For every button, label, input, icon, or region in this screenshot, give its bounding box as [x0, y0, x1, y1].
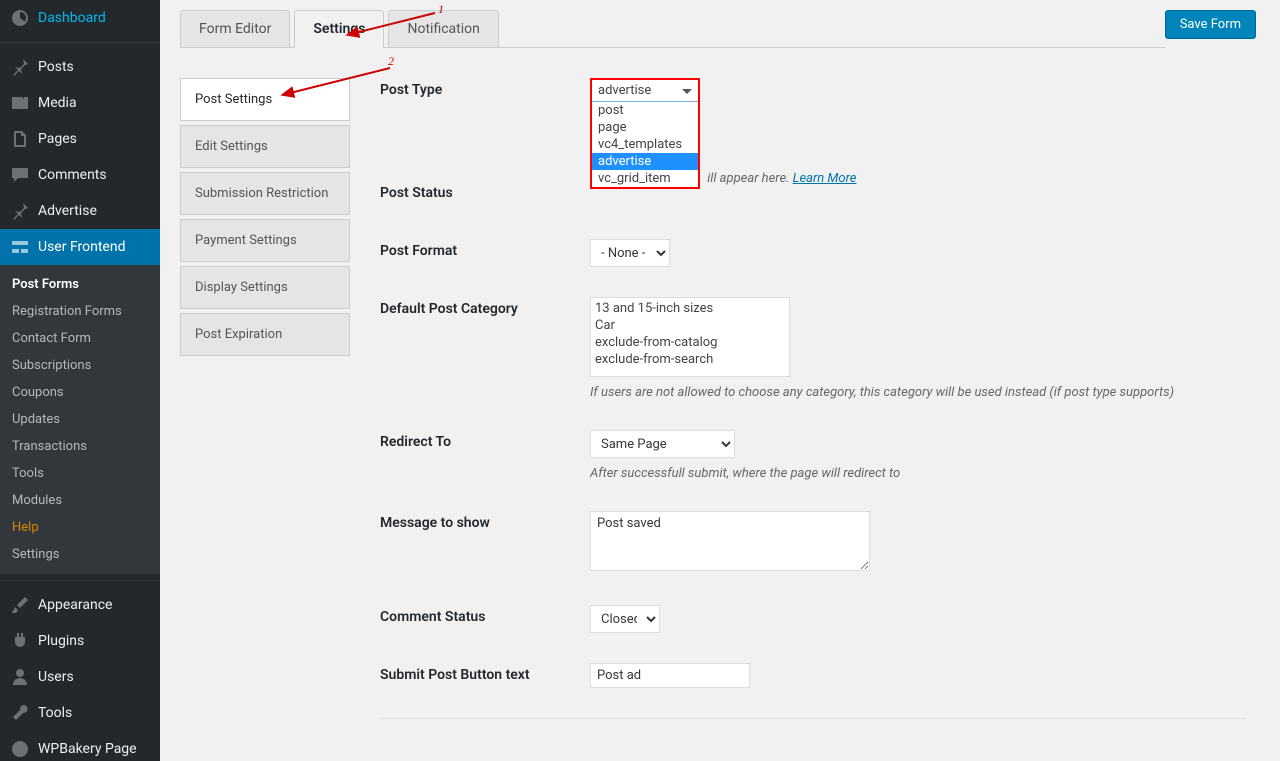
post-type-option-post[interactable]: post [592, 102, 698, 119]
cat-option[interactable]: Car [595, 317, 785, 334]
sidebar-item-advertise[interactable]: Advertise [0, 193, 160, 229]
sidebar-item-label: User Frontend [38, 239, 125, 255]
side-tab-post-settings[interactable]: Post Settings [180, 78, 350, 121]
sub-updates[interactable]: Updates [0, 406, 160, 433]
label-default-category: Default Post Category [380, 297, 590, 317]
sub-coupons[interactable]: Coupons [0, 379, 160, 406]
dashboard-icon [10, 8, 30, 28]
sidebar-item-label: Appearance [38, 597, 112, 613]
side-tab-display-settings[interactable]: Display Settings [180, 266, 350, 309]
comment-status-select[interactable]: Closed [590, 605, 660, 633]
brush-icon [10, 595, 30, 615]
sidebar-item-user-frontend[interactable]: User Frontend [0, 229, 160, 265]
sub-modules[interactable]: Modules [0, 487, 160, 514]
cat-option[interactable]: exclude-from-catalog [595, 334, 785, 351]
post-type-option-advertise[interactable]: advertise [592, 153, 698, 170]
sidebar-item-label: Plugins [38, 633, 84, 649]
post-type-option-page[interactable]: page [592, 119, 698, 136]
user-icon [10, 667, 30, 687]
sidebar-item-media[interactable]: Media [0, 85, 160, 121]
cat-option[interactable]: exclude-from-search [595, 351, 785, 368]
pin-icon [10, 57, 30, 77]
sidebar-item-wpbakery[interactable]: WPBakery Page [0, 731, 160, 761]
sidebar-item-label: Posts [38, 59, 74, 75]
media-icon [10, 93, 30, 113]
admin-sidebar: Dashboard Posts Media Pages Comments Adv… [0, 0, 160, 761]
sidebar-item-label: Dashboard [38, 10, 106, 26]
label-post-format: Post Format [380, 239, 590, 259]
side-tab-post-expiration[interactable]: Post Expiration [180, 313, 350, 356]
sidebar-item-dashboard[interactable]: Dashboard [0, 0, 160, 36]
post-type-option-vcgrid[interactable]: vc_grid_item [592, 170, 698, 187]
user-frontend-icon [10, 237, 30, 257]
label-comment-status: Comment Status [380, 605, 590, 625]
label-message: Message to show [380, 511, 590, 531]
label-redirect-to: Redirect To [380, 430, 590, 450]
pages-icon [10, 129, 30, 149]
tab-form-editor[interactable]: Form Editor [180, 10, 290, 47]
sub-settings[interactable]: Settings [0, 541, 160, 568]
plug-icon [10, 631, 30, 651]
sidebar-item-comments[interactable]: Comments [0, 157, 160, 193]
default-category-hint: If users are not allowed to choose any c… [590, 385, 1246, 400]
pin-icon [10, 201, 30, 221]
annotation-1: 1 [438, 2, 444, 17]
comment-icon [10, 165, 30, 185]
sidebar-item-label: Advertise [38, 203, 97, 219]
sidebar-item-posts[interactable]: Posts [0, 42, 160, 85]
label-submit-button-text: Submit Post Button text [380, 663, 590, 683]
sub-subscriptions[interactable]: Subscriptions [0, 352, 160, 379]
sidebar-item-pages[interactable]: Pages [0, 121, 160, 157]
sub-help[interactable]: Help [0, 514, 160, 541]
annotation-2: 2 [388, 54, 394, 69]
submit-button-text-input[interactable] [590, 663, 750, 688]
sub-registration-forms[interactable]: Registration Forms [0, 298, 160, 325]
sidebar-item-tools[interactable]: Tools [0, 695, 160, 731]
sub-contact-form[interactable]: Contact Form [0, 325, 160, 352]
sidebar-item-label: WPBakery Page [38, 741, 137, 757]
sub-transactions[interactable]: Transactions [0, 433, 160, 460]
redirect-select[interactable]: Same Page [590, 430, 735, 458]
post-type-option-vc4[interactable]: vc4_templates [592, 136, 698, 153]
message-textarea[interactable]: Post saved [590, 511, 870, 571]
sidebar-item-plugins[interactable]: Plugins [0, 623, 160, 659]
wrench-icon [10, 703, 30, 723]
side-tab-submission-restriction[interactable]: Submission Restriction [180, 172, 350, 215]
sidebar-item-users[interactable]: Users [0, 659, 160, 695]
cat-option[interactable]: 13 and 15-inch sizes [595, 300, 785, 317]
post-type-select[interactable]: advertise post page vc4_templates advert… [590, 78, 700, 189]
side-tab-payment-settings[interactable]: Payment Settings [180, 219, 350, 262]
label-post-type: Post Type [380, 78, 590, 98]
redirect-hint: After successfull submit, where the page… [590, 466, 1246, 481]
sub-post-forms[interactable]: Post Forms [0, 271, 160, 298]
sidebar-item-appearance[interactable]: Appearance [0, 580, 160, 623]
sidebar-item-label: Users [38, 669, 74, 685]
wpbakery-icon [10, 739, 30, 759]
sidebar-item-label: Media [38, 95, 77, 111]
sub-tools[interactable]: Tools [0, 460, 160, 487]
label-post-status: Post Status [380, 181, 590, 201]
sidebar-item-label: Tools [38, 705, 72, 721]
sidebar-item-label: Comments [38, 167, 107, 183]
tab-settings[interactable]: Settings [294, 10, 384, 48]
post-type-selected[interactable]: advertise [592, 80, 698, 102]
side-tab-edit-settings[interactable]: Edit Settings [180, 125, 350, 168]
default-category-list[interactable]: 13 and 15-inch sizes Car exclude-from-ca… [590, 297, 790, 377]
sidebar-item-label: Pages [38, 131, 77, 147]
save-form-button[interactable]: Save Form [1165, 10, 1256, 39]
post-format-select[interactable]: - None - [590, 239, 670, 267]
settings-side-tabs: Post Settings Edit Settings Submission R… [180, 78, 350, 759]
sidebar-submenu: Post Forms Registration Forms Contact Fo… [0, 265, 160, 574]
